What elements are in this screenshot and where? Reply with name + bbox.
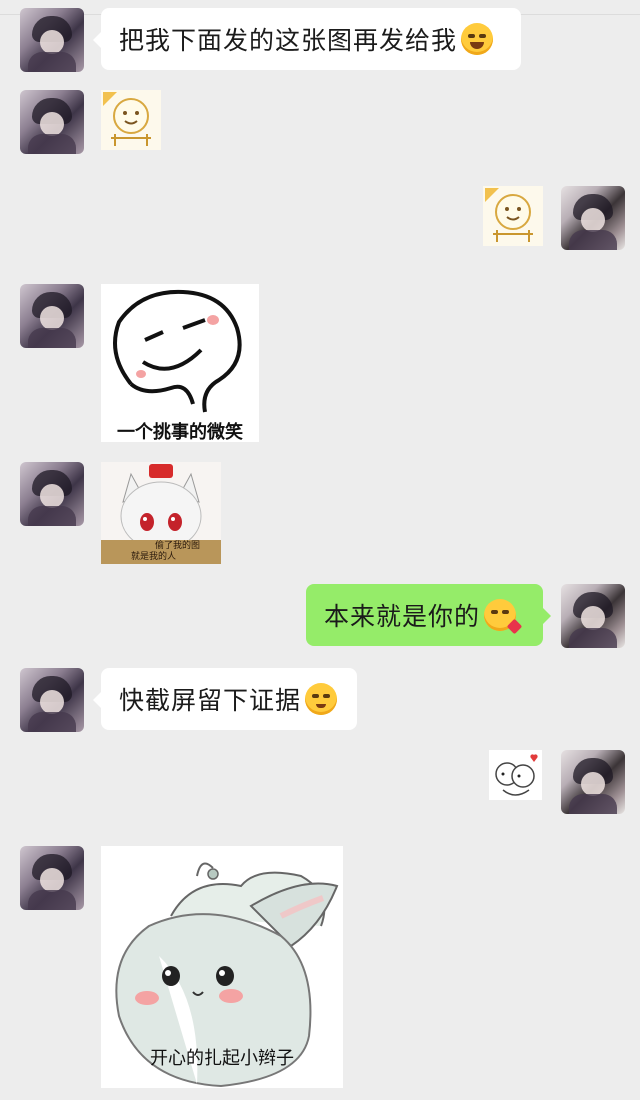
- contact-avatar[interactable]: [20, 90, 84, 154]
- self-avatar[interactable]: [561, 750, 625, 814]
- grinning-sweat-emoji: [461, 23, 494, 55]
- doge-peek-sticker[interactable]: [101, 90, 161, 150]
- bunny-ponytail-sticker[interactable]: 开心的扎起小辫子: [101, 846, 343, 1088]
- message-bubble-sent[interactable]: 本来就是你的: [306, 584, 551, 646]
- smirk-face-sticker[interactable]: 一个挑事的微笑: [101, 284, 259, 442]
- contact-avatar[interactable]: [20, 284, 84, 348]
- sticker-caption: 一个挑事的微笑: [117, 422, 243, 442]
- hug-heart-sticker[interactable]: [489, 750, 542, 800]
- caption-line: 偷了我的图: [155, 541, 201, 551]
- contact-avatar[interactable]: [20, 668, 84, 732]
- message-bubble-received[interactable]: 快截屏留下证据: [93, 668, 357, 730]
- sticker-caption: 偷了我的图 就是我的人: [131, 541, 219, 563]
- flushed-emoji: [305, 683, 338, 715]
- message-text: 快截屏留下证据: [119, 686, 302, 715]
- message-text: 本来就是你的: [324, 602, 481, 631]
- doge-peek-sticker[interactable]: [483, 186, 543, 246]
- message-bubble-received[interactable]: 把我下面发的这张图再发给我: [93, 8, 521, 70]
- anime-wolf-girl-sticker[interactable]: 偷了我的图 就是我的人: [101, 462, 221, 564]
- caption-line: 就是我的人: [131, 552, 177, 562]
- contact-avatar[interactable]: [20, 846, 84, 910]
- contact-avatar[interactable]: [20, 462, 84, 526]
- message-text: 把我下面发的这张图再发给我: [119, 26, 458, 55]
- self-avatar[interactable]: [561, 186, 625, 250]
- self-avatar[interactable]: [561, 584, 625, 648]
- sticker-caption: 开心的扎起小辫子: [150, 1048, 294, 1069]
- kissing-heart-emoji: [484, 599, 523, 635]
- contact-avatar[interactable]: [20, 8, 84, 72]
